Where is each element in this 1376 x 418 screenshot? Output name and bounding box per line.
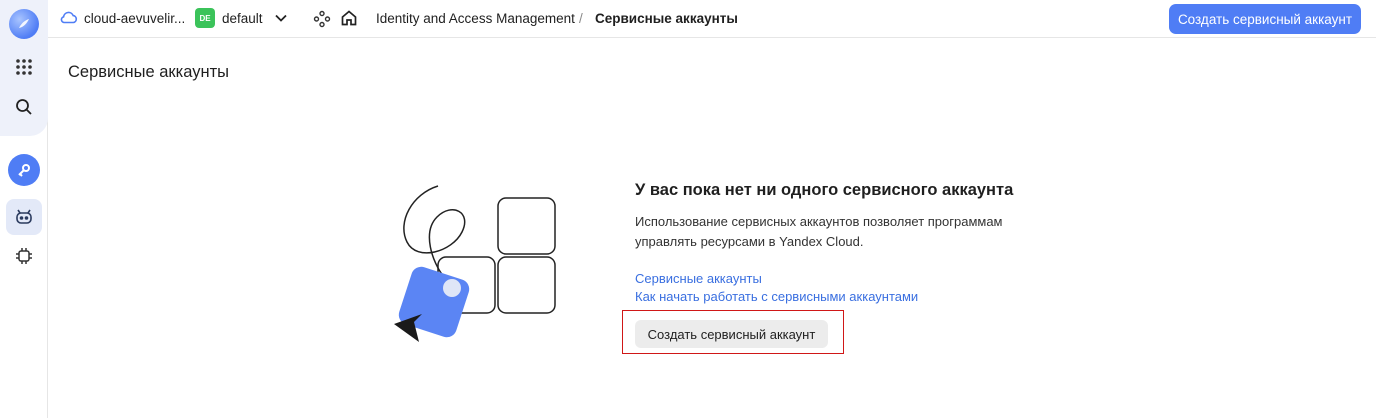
empty-state-title: У вас пока нет ни одного сервисного акка… bbox=[635, 181, 1014, 199]
key-icon[interactable] bbox=[0, 152, 48, 188]
folder-selector[interactable]: DE default bbox=[195, 8, 263, 28]
breadcrumb-current: Сервисные аккаунты bbox=[595, 11, 738, 26]
link-service-accounts[interactable]: Сервисные аккаунты bbox=[635, 270, 1055, 288]
robot-icon[interactable] bbox=[0, 198, 48, 236]
chevron-down-icon[interactable] bbox=[274, 11, 288, 28]
empty-state-illustration bbox=[392, 182, 562, 346]
cloud-selector[interactable]: cloud-aevuvelir... bbox=[60, 10, 185, 27]
folder-badge: DE bbox=[195, 8, 215, 28]
empty-state: У вас пока нет ни одного сервисного акка… bbox=[635, 181, 1055, 306]
logo-icon[interactable] bbox=[0, 6, 48, 42]
sidebar bbox=[0, 0, 48, 418]
graph-icon[interactable] bbox=[313, 10, 331, 31]
apps-grid-icon[interactable] bbox=[0, 52, 48, 82]
cloud-icon bbox=[60, 10, 78, 27]
search-icon[interactable] bbox=[0, 92, 48, 122]
breadcrumb-service[interactable]: Identity and Access Management bbox=[376, 11, 575, 26]
link-getting-started[interactable]: Как начать работать с сервисными аккаунт… bbox=[635, 288, 1055, 306]
cloud-name: cloud-aevuvelir... bbox=[84, 11, 186, 26]
empty-state-description: Использование сервисных аккаунтов позвол… bbox=[635, 214, 1003, 249]
home-icon[interactable] bbox=[340, 9, 358, 30]
create-service-account-button[interactable]: Создать сервисный аккаунт bbox=[635, 320, 828, 348]
create-service-account-header-button[interactable]: Создать сервисный аккаунт bbox=[1169, 4, 1361, 34]
chip-icon[interactable] bbox=[0, 240, 48, 272]
top-header: cloud-aevuvelir... DE default Identity a… bbox=[48, 0, 1376, 38]
breadcrumb-separator: / bbox=[579, 11, 583, 26]
folder-name: default bbox=[222, 10, 263, 26]
page-title: Сервисные аккаунты bbox=[68, 63, 229, 81]
